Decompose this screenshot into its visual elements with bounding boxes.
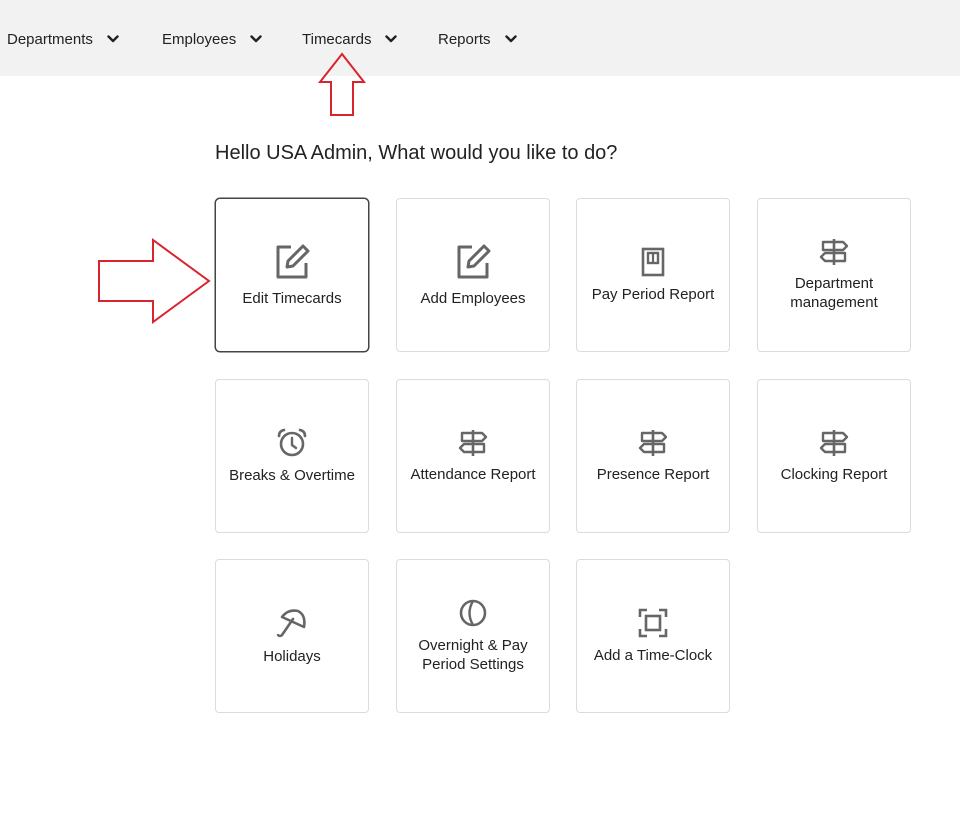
top-nav: Departments Employees Timecards Reports [0,0,960,76]
chevron-down-icon [504,35,517,43]
card-add-employees[interactable]: Add Employees [396,198,550,352]
nav-label: Timecards [302,30,372,48]
card-clocking-report[interactable]: Clocking Report [757,379,911,533]
card-label: Add a Time-Clock [593,646,713,664]
nav-label: Departments [7,30,93,48]
card-add-time-clock[interactable]: Add a Time-Clock [576,559,730,713]
card-label: Department management [790,275,878,311]
annotation-arrow-up [317,52,367,116]
greeting-heading: Hello USA Admin, What would you like to … [215,142,618,164]
card-label: Breaks & Overtime [229,466,355,484]
scan-frame-icon [638,608,668,638]
report-icon [640,247,666,277]
card-label: Presence Report [596,465,710,483]
card-label: Add Employees [420,289,526,307]
nav-departments[interactable]: Departments [7,26,119,52]
card-label: Pay Period Report [591,285,715,303]
nav-label: Reports [438,30,491,48]
signpost-icon [819,238,849,266]
annotation-arrow-right [98,238,211,324]
card-edit-timecards[interactable]: Edit Timecards [215,198,369,352]
signpost-icon [819,429,849,457]
moon-icon [458,598,488,628]
edit-icon [454,243,492,281]
nav-employees[interactable]: Employees [162,26,262,52]
card-label: Overnight & Pay Period Settings [418,637,528,673]
signpost-icon [638,429,668,457]
signpost-icon [458,429,488,457]
card-label: Clocking Report [780,465,888,483]
chevron-down-icon [250,35,262,43]
umbrella-icon [276,607,308,639]
card-department-management[interactable]: Department management [757,198,911,352]
card-holidays[interactable]: Holidays [215,559,369,713]
card-label: Holidays [263,647,321,665]
chevron-down-icon [107,35,119,43]
card-overnight-settings[interactable]: Overnight & Pay Period Settings [396,559,550,713]
nav-timecards[interactable]: Timecards [302,26,398,52]
card-attendance-report[interactable]: Attendance Report [396,379,550,533]
edit-icon [273,243,311,281]
chevron-down-icon [385,35,398,43]
card-label: Attendance Report [410,465,536,483]
card-label: Edit Timecards [242,289,342,307]
card-presence-report[interactable]: Presence Report [576,379,730,533]
card-breaks-overtime[interactable]: Breaks & Overtime [215,379,369,533]
nav-label: Employees [162,30,237,48]
card-pay-period-report[interactable]: Pay Period Report [576,198,730,352]
alarm-clock-icon [276,428,308,458]
nav-reports[interactable]: Reports [438,26,517,52]
